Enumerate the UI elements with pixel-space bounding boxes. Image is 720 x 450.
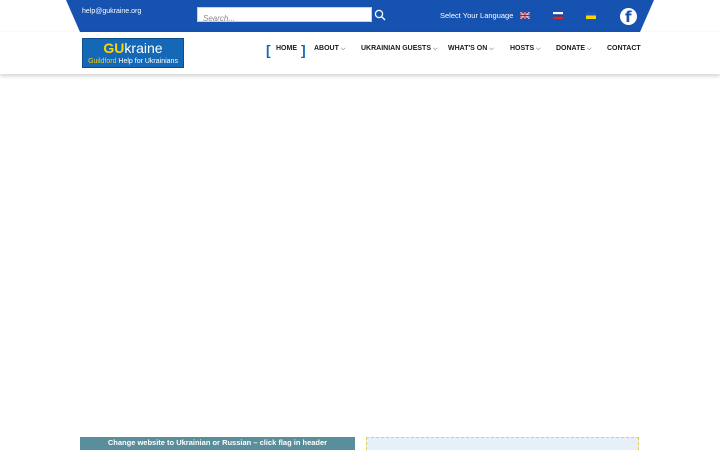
nav-home[interactable]: HOME	[276, 45, 297, 52]
search-box	[197, 7, 372, 25]
chevron-down-icon: ⌵	[489, 46, 494, 52]
logo-subtitle: Guildford Help for Ukrainians	[88, 58, 178, 65]
nav-ukrainian-guests[interactable]: UKRAINIAN GUESTS ⌵	[361, 45, 438, 53]
main-header: GUkraine Guildford Help for Ukrainians […	[0, 32, 720, 74]
ukraine-flag-icon[interactable]	[586, 12, 596, 19]
search-input[interactable]	[198, 12, 371, 25]
language-change-notice: Change website to Ukrainian or Russian –…	[80, 437, 355, 450]
chevron-down-icon: ⌵	[536, 46, 541, 52]
nav-donate[interactable]: DONATE ⌵	[556, 45, 592, 53]
language-label: Select Your Language	[440, 11, 514, 20]
facebook-icon[interactable]: f	[620, 8, 637, 26]
chevron-down-icon: ⌵	[587, 46, 592, 52]
nav-about[interactable]: ABOUT ⌵	[314, 45, 345, 53]
info-panel	[366, 437, 639, 450]
nav-hosts[interactable]: HOSTS ⌵	[510, 45, 541, 53]
active-bracket-left: [	[266, 42, 271, 58]
logo-title: GUkraine	[103, 40, 163, 56]
site-logo[interactable]: GUkraine Guildford Help for Ukrainians	[82, 38, 184, 68]
active-bracket-right: ]	[301, 42, 306, 58]
chevron-down-icon: ⌵	[340, 46, 346, 52]
uk-flag-icon[interactable]	[520, 12, 530, 19]
nav-contact[interactable]: CONTACT	[607, 45, 641, 52]
russia-flag-icon[interactable]	[553, 12, 563, 19]
top-bar: help@gukraine.org Select Your Language f	[0, 0, 720, 32]
chevron-down-icon: ⌵	[433, 46, 438, 52]
contact-email[interactable]: help@gukraine.org	[82, 8, 141, 15]
search-icon[interactable]	[374, 9, 386, 21]
nav-whats-on[interactable]: WHAT'S ON ⌵	[448, 45, 494, 53]
